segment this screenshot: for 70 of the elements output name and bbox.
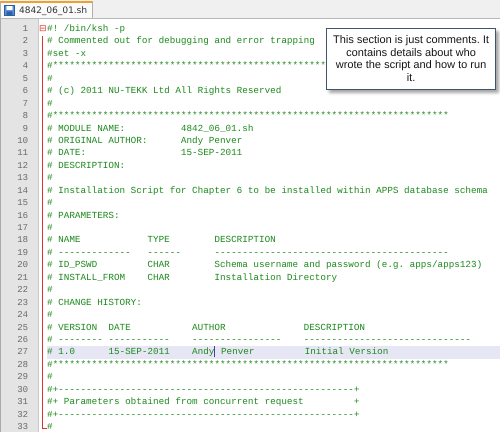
line-number: 32 [17,410,28,420]
code-line: # CHANGE HISTORY: [47,296,142,308]
line-number: 5 [22,74,28,84]
line-number: 3 [22,48,28,59]
code-line: # ------------- ------ ------------------------------------------ [47,246,449,258]
line-number: 28 [17,360,28,370]
line-number: 10 [17,136,28,146]
callout-note: This section is just comments. It contains details about who wrote the script and how to run it. [326,28,496,90]
line-number: 27 [17,347,28,358]
code-line: # [47,309,53,320]
code-line: # MODULE NAME: 4842_06_01.sh [47,122,254,134]
line-number: 33 [17,422,28,432]
line-number: 9 [22,124,28,134]
line-number: 25 [17,322,28,332]
save-icon [4,5,15,16]
code-line: #************************************************* [47,60,326,72]
line-number: 19 [17,248,28,258]
line-number: 4 [22,61,28,72]
code-line: # ID_PSWD CHAR Schema username and password (e.g. apps/apps123) [47,259,482,270]
code-line: # (c) 2011 NU-TEKK Ltd All Rights Reserved [47,85,282,96]
line-number: 29 [17,372,28,382]
code-line: #*********************************************************************** [47,110,449,122]
code-line: # DESCRIPTION: [47,160,126,171]
line-number: 14 [17,186,28,196]
code-line: # 1.0 15-SEP-2011 Andy Penver Initial Version [47,346,388,358]
code-line: #*********************************************************************** [47,358,449,370]
line-number: 17 [17,223,28,233]
line-number: 1 [22,24,28,34]
line-number: 8 [22,111,28,122]
line-number: 7 [22,98,28,109]
line-number: 20 [17,260,28,270]
line-number: 26 [17,334,28,345]
fold-toggle[interactable]: ⊟ [39,24,48,34]
line-number: 6 [22,86,28,96]
code-line: # [47,197,53,208]
code-line: # [47,421,53,432]
line-number: 11 [17,148,28,158]
code-line: #! /bin/ksh -p [47,23,126,34]
line-number: 15 [17,198,28,208]
code-line: # -------- ----------- ---------------- ------------------------------ [47,334,472,345]
code-line: #+ Parameters obtained from concurrent request + [47,396,360,408]
code-line: # Installation Script for Chapter 6 to be installed within APPS database schema [47,184,488,196]
code-line: # Commented out for debugging and error trapping [47,35,315,46]
line-number: 16 [17,210,28,221]
line-number: 18 [17,235,28,246]
line-number: 13 [17,173,28,184]
line-number: 21 [17,272,28,283]
line-number: 30 [17,384,28,395]
code-line: # ORIGINAL AUTHOR: Andy Penver [47,134,242,146]
code-line: #+-----------------------------------------------------+ [47,408,360,420]
code-line: # [47,371,53,382]
code-line: # [47,222,53,233]
code-line: # [47,172,53,184]
code-line: # [47,98,53,109]
line-number: 12 [17,160,28,171]
code-line: #+-----------------------------------------------------+ [47,384,360,395]
code-line: # [47,284,53,296]
code-line: # VERSION DATE AUTHOR DESCRIPTION [47,322,366,332]
file-tab[interactable]: 4842_06_01.sh [0,1,94,18]
code-line: # PARAMETERS: [47,210,120,221]
code-line: # NAME TYPE DESCRIPTION [47,234,276,246]
code-line: #set -x [47,48,86,59]
line-number: 22 [17,285,28,296]
line-number: 23 [17,298,28,308]
code-line: # INSTALL_FROM CHAR Installation Directory [47,272,338,283]
line-number: 24 [17,310,28,320]
code-line: # DATE: 15-SEP-2011 [47,147,242,158]
code-line: # [47,72,53,84]
line-number: 31 [17,397,28,408]
line-number: 2 [22,36,28,46]
